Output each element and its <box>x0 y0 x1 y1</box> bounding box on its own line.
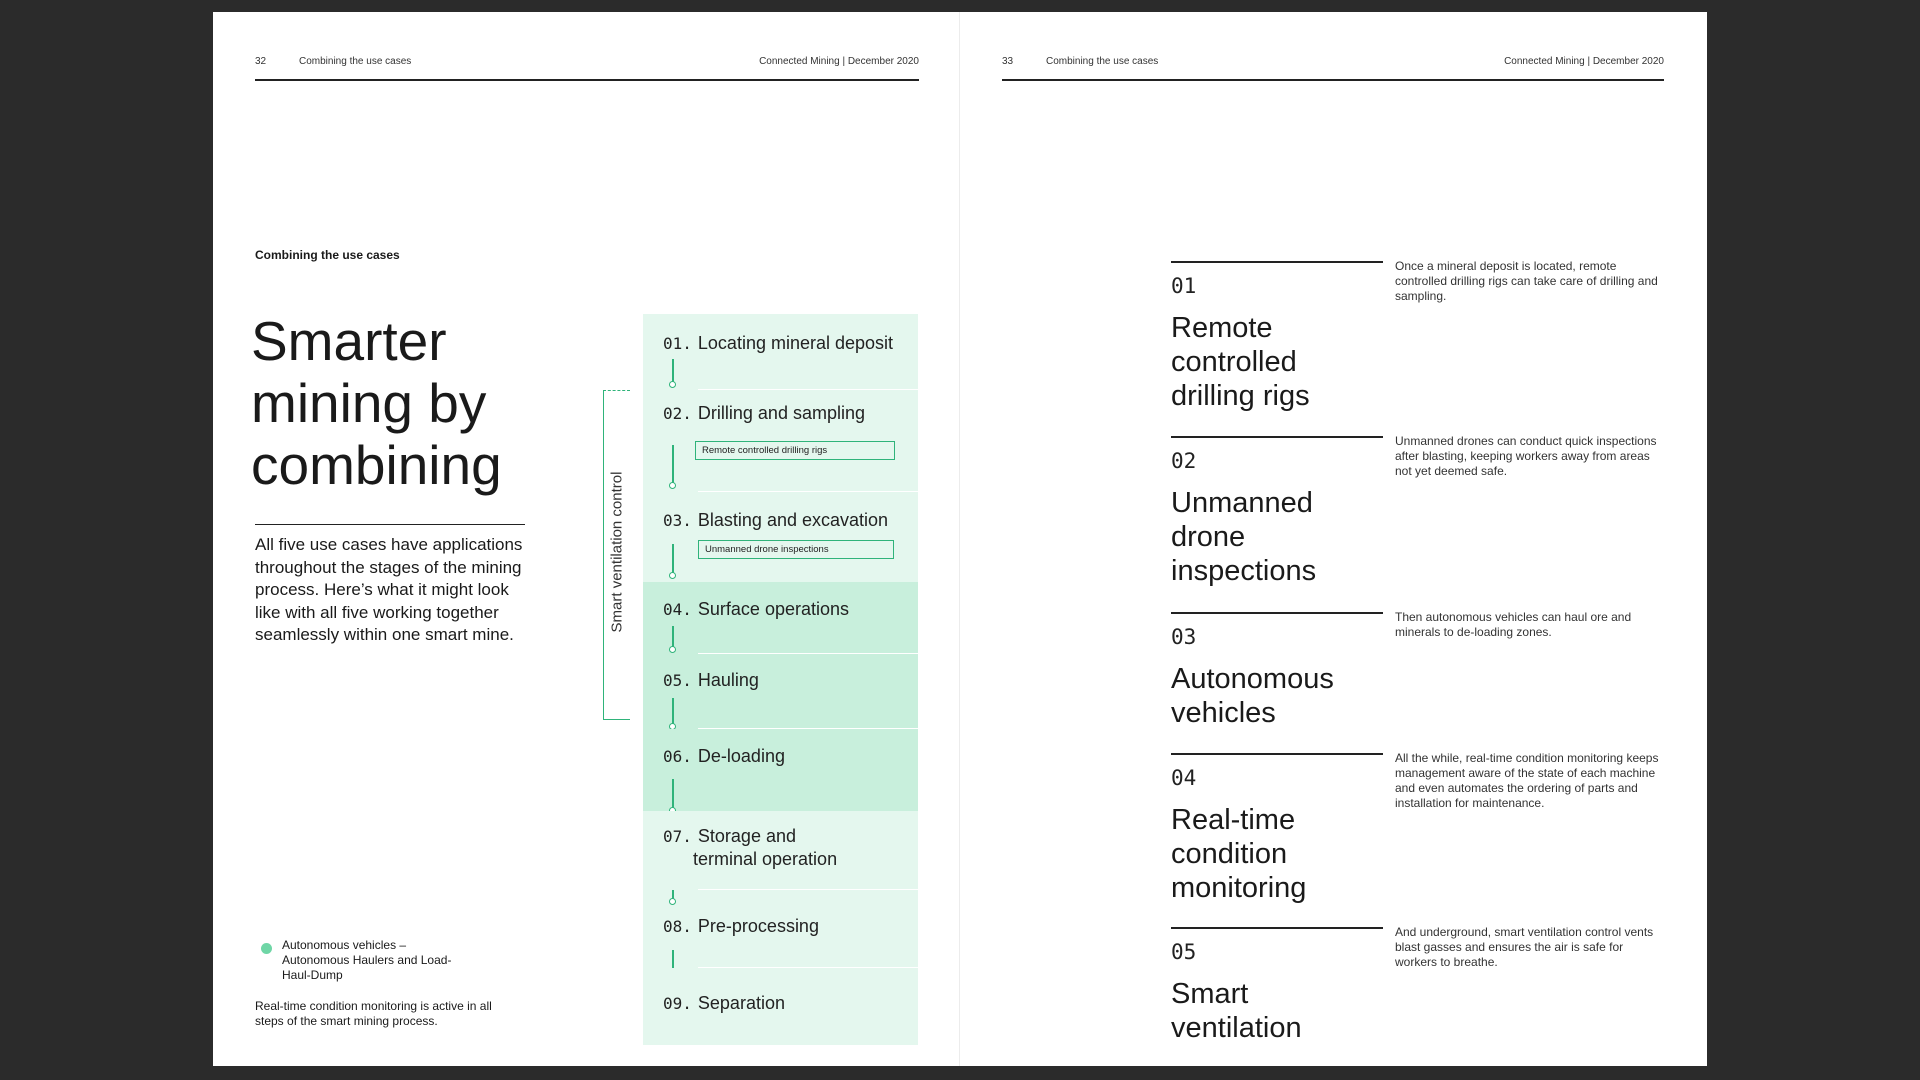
stage-02: 02. Drilling and sampling Remote controll… <box>643 390 918 492</box>
legend-dot-icon <box>261 943 272 954</box>
stage-connector <box>669 626 676 653</box>
right-page: 33 Combining the use cases Connected Min… <box>960 12 1707 1066</box>
use-case-number: 03 <box>1171 625 1197 649</box>
stage-08: 08. Pre-processing <box>643 890 918 982</box>
header-rule <box>1002 79 1664 81</box>
stage-connector <box>669 779 676 814</box>
use-case-description: Unmanned drones can conduct quick inspec… <box>1395 434 1657 478</box>
use-case-title: Smart ventilation <box>1171 978 1302 1044</box>
header-section: Combining the use cases <box>299 56 412 67</box>
stage-06: 06. De-loading <box>643 729 918 814</box>
use-case-description: Then autonomous vehicles can haul ore an… <box>1395 610 1632 639</box>
left-page: 32 Combining the use cases Connected Min… <box>213 12 959 1066</box>
stage-label: 09. Separation <box>663 993 785 1013</box>
use-case-title: Real-time condition monitoring <box>1171 804 1307 904</box>
stage-label: 02. Drilling and sampling <box>663 403 865 423</box>
stage-label: 07. Storage and terminal operation <box>663 826 838 869</box>
use-case-number: 02 <box>1171 449 1197 473</box>
stage-label: 05. Hauling <box>663 670 759 690</box>
stage-label: 01. Locating mineral deposit <box>663 333 894 353</box>
use-case-number: 04 <box>1171 766 1197 790</box>
page-number: 32 <box>255 56 267 67</box>
page-title: Smarter mining by combining <box>251 310 502 496</box>
stage-09: 09. Separation <box>643 968 918 1045</box>
stage-connector <box>669 890 676 905</box>
stage-connector <box>669 359 676 388</box>
footnote: Real-time condition monitoring is active… <box>255 999 492 1028</box>
sub-box-drilling-rigs: Remote controlled drilling rigs <box>695 441 895 460</box>
stage-connector <box>669 698 676 730</box>
use-case-title: Unmanned drone inspections <box>1171 487 1317 587</box>
use-case-description: And underground, smart ventilation contr… <box>1395 925 1654 969</box>
stage-label: 08. Pre-processing <box>663 916 819 936</box>
header-publication: Connected Mining | December 2020 <box>759 56 919 67</box>
stage-04: 04. Surface operations <box>643 582 918 654</box>
stage-07: 07. Storage and terminal operation <box>643 811 918 890</box>
stage-05: 05. Hauling <box>643 654 918 730</box>
header-section: Combining the use cases <box>1046 56 1159 67</box>
use-case-description: All the while, real-time condition monit… <box>1395 751 1659 810</box>
ventilation-label: Smart ventilation control <box>608 471 626 633</box>
use-case-title: Remote controlled drilling rigs <box>1171 312 1310 412</box>
stage-label: 06. De-loading <box>663 746 785 766</box>
stage-01: 01. Locating mineral deposit <box>643 314 918 390</box>
stage-label: 04. Surface operations <box>663 599 849 619</box>
stage-connector <box>669 544 676 579</box>
process-diagram: 01. Locating mineral deposit 02. Drilling … <box>643 314 918 1045</box>
intro-text: All five use cases have applications thr… <box>255 535 523 644</box>
header-publication: Connected Mining | December 2020 <box>1504 56 1664 67</box>
use-case-title: Autonomous vehicles <box>1171 663 1334 729</box>
stage-03: 03. Blasting and excavation Unmanned dron… <box>643 492 918 582</box>
sub-box-drone-inspections: Unmanned drone inspections <box>698 540 894 559</box>
stage-label: 03. Blasting and excavation <box>663 510 889 530</box>
page-number: 33 <box>1002 56 1014 67</box>
use-case-number: 05 <box>1171 940 1197 964</box>
header-rule <box>255 79 919 81</box>
use-case-number: 01 <box>1171 274 1197 298</box>
use-case-description: Once a mineral deposit is located, remot… <box>1395 259 1658 303</box>
stage-connector <box>669 445 676 489</box>
legend-text: Autonomous vehicles – Autonomous Haulers… <box>282 938 452 982</box>
section-label: Combining the use cases <box>255 248 400 262</box>
intro-rule <box>255 524 525 525</box>
